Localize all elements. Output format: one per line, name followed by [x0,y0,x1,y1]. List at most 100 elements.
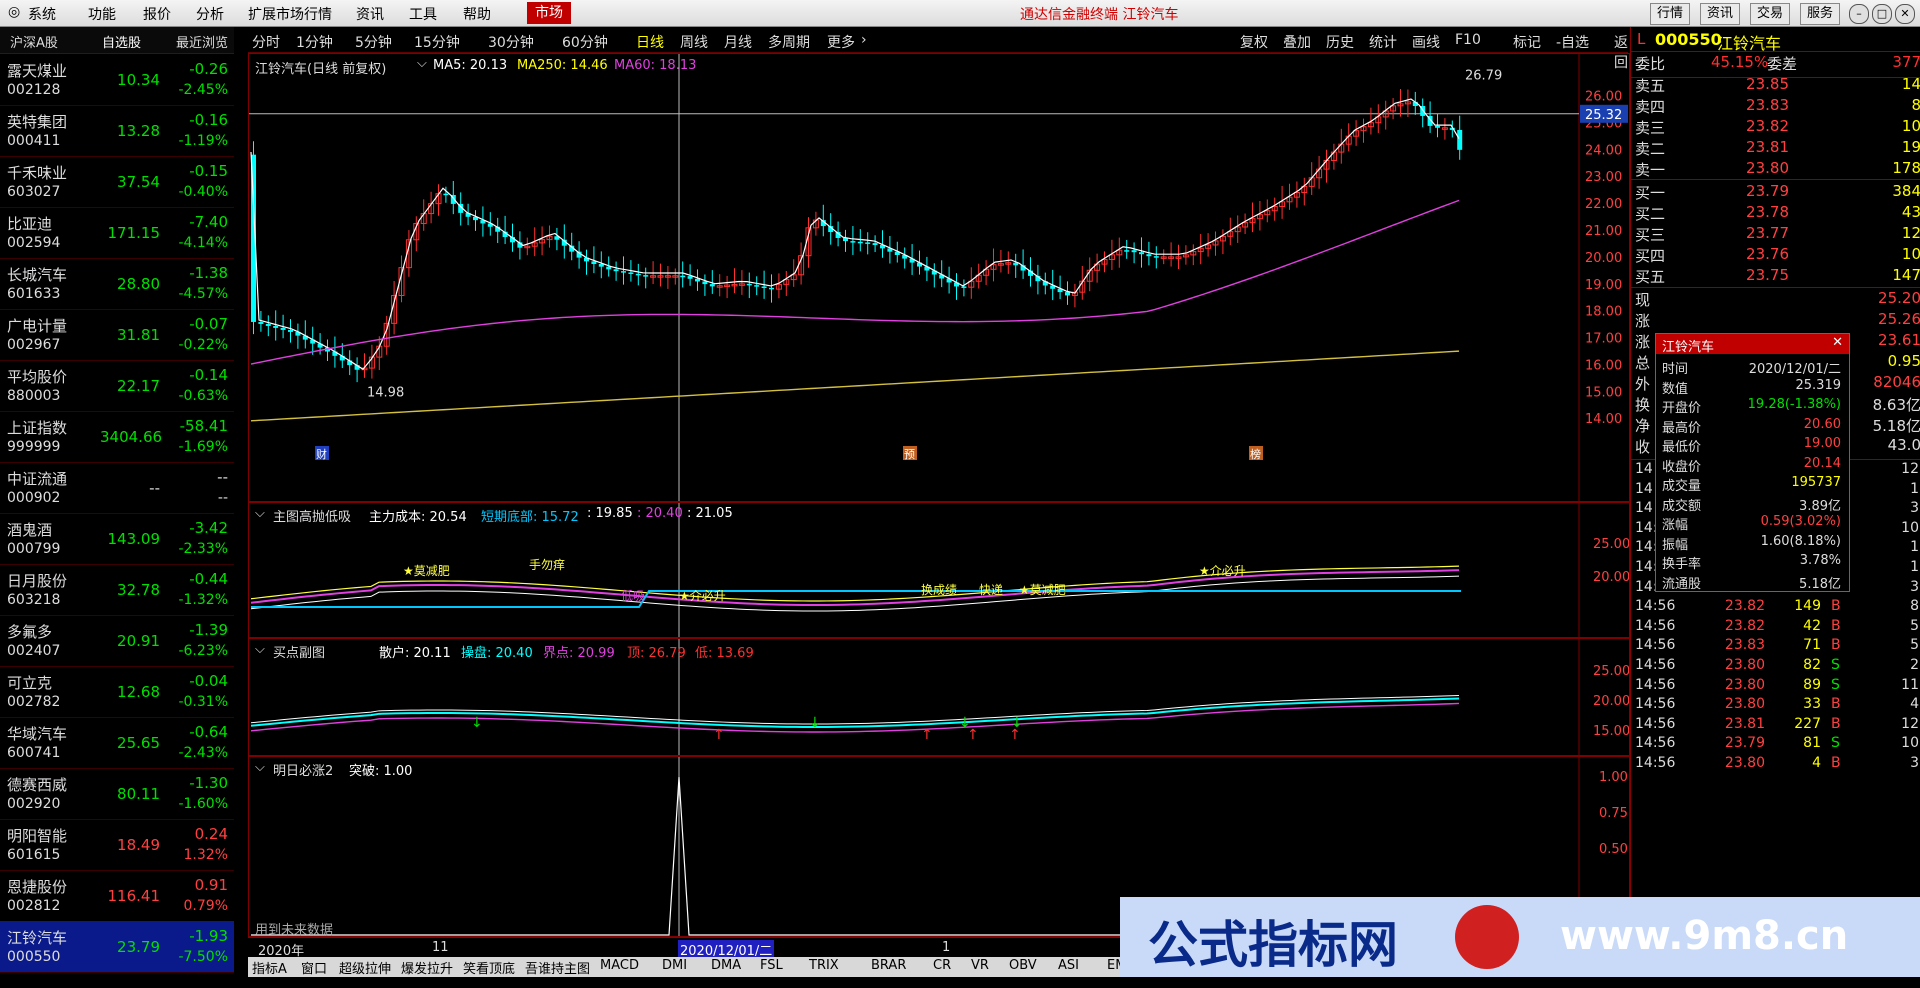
pane3-options-icon[interactable]: ⌵ [255,642,265,657]
indicator-tab[interactable]: 笑看顶底 [463,958,515,977]
candlestick-chart[interactable]: 26.0025.0024.0023.0022.0021.0020.0019.00… [249,54,1629,501]
indicator-tab[interactable]: 爆发拉升 [401,958,453,977]
chart-options-icon[interactable]: ⌵ [417,56,427,71]
indicator-tab[interactable]: BRAR [871,958,906,973]
popup-label: 成交额 [1662,498,1702,514]
indicator-pane-buy-points[interactable]: 25.00 20.00 15.00 ↑ ↑ ↑ ↑ ↓ ↓ ↓ ↓ ⌵ 买点副图 散户: 20.11… [248,638,1630,756]
tick-time: 14:56 [1635,657,1676,673]
pane2-options-icon[interactable]: ⌵ [255,506,265,521]
menu-quote[interactable]: 报价 [143,4,171,24]
indicator-tab[interactable]: TRIX [809,958,839,973]
minimize-icon[interactable]: – [1849,4,1869,24]
tool-6[interactable]: 标记 [1513,32,1541,52]
stock-row[interactable]: 多氟多 002407 20.91 -1.39 -6.23% [0,615,234,667]
tool-3[interactable]: 统计 [1369,32,1397,52]
close-icon[interactable]: ✕ [1895,4,1915,24]
period-2[interactable]: 5分钟 [355,32,392,52]
indicator-tab[interactable]: OBV [1009,958,1037,973]
top-label: 顶: 26.79 [627,646,686,661]
stock-row[interactable]: 千禾味业 603027 37.54 -0.15 -0.40% [0,156,234,208]
main-chart-pane[interactable]: 26.00 25.00 24.00 23.00 22.00 21.00 20.00 19.00… [248,53,1630,502]
stock-price: 31.81 [117,326,160,344]
indicator-tab[interactable]: FSL [760,958,783,973]
indicator-tab[interactable]: 指标A [252,958,287,977]
stock-row[interactable]: 可立克 002782 12.68 -0.04 -0.31% [0,666,234,718]
buy-points-indicator-chart[interactable]: 25.0020.0015.00↑ ↑ ↑ ↑↓ ↓ ↓ ↓ [249,639,1629,755]
tool-7[interactable]: -自选 [1556,32,1589,52]
quote-button[interactable]: 行情 [1650,3,1691,25]
stock-row[interactable]: 中证流通 000902 -- -- -- [0,462,234,514]
period-10[interactable]: 更多 [827,32,855,52]
tool-5[interactable]: F10 [1455,32,1481,48]
stock-row[interactable]: 明阳智能 601615 18.49 0.24 1.32% [0,819,234,871]
event-marker-label: 预 [904,448,915,461]
menu-help[interactable]: 帮助 [463,4,491,24]
stock-row[interactable]: 英特集团 000411 13.28 -0.16 -1.19% [0,105,234,157]
period-3[interactable]: 15分钟 [414,32,460,52]
tab-all-a-shares[interactable]: 沪深A股 [10,32,58,51]
stock-row[interactable]: 日月股份 603218 32.78 -0.44 -1.32% [0,564,234,616]
trade-button[interactable]: 交易 [1750,3,1791,25]
news-button[interactable]: 资讯 [1700,3,1741,25]
period-4[interactable]: 30分钟 [488,32,534,52]
indicator-tab[interactable]: MACD [600,958,639,973]
period-6[interactable]: 日线 [636,32,664,52]
menu-news[interactable]: 资讯 [356,4,384,24]
candle-body [872,243,878,246]
tab-watchlist[interactable]: 自选股 [102,32,141,51]
service-button[interactable]: 服务 [1800,3,1841,25]
stock-row[interactable]: 江铃汽车 000550 23.79 -1.93 -7.50% [0,921,234,973]
more-chevron-icon[interactable]: › [861,32,867,48]
period-8[interactable]: 月线 [724,32,752,52]
period-7[interactable]: 周线 [680,32,708,52]
stock-name: 江铃汽车 [7,929,68,947]
stat-label: 外 [1635,375,1651,393]
tool-4[interactable]: 画线 [1412,32,1440,52]
tool-0[interactable]: 复权 [1240,32,1268,52]
stock-row[interactable]: 酒鬼酒 000799 143.09 -3.42 -2.33% [0,513,234,565]
stock-row[interactable]: 比亚迪 002594 171.15 -7.40 -4.14% [0,207,234,259]
indicator-tab[interactable]: VR [971,958,989,973]
period-1[interactable]: 1分钟 [296,32,333,52]
price-tick-label: 16.00 [1585,358,1622,373]
indicator-tab[interactable]: DMA [711,958,741,973]
tab-recent[interactable]: 最近浏览 [176,32,228,51]
menu-function[interactable]: 功能 [88,4,116,24]
stock-row[interactable]: 德赛西威 002920 80.11 -1.30 -1.60% [0,768,234,820]
indicator-pane-high-low[interactable]: 25.00 20.00 手勿痒 ★莫减肥 低吸 ★介必升 ★介必升 换成绩 快递 ★莫减肥 ⌵ 主… [248,502,1630,638]
stock-row[interactable]: 广电计量 002967 31.81 -0.07 -0.22% [0,309,234,361]
period-9[interactable]: 多周期 [768,32,810,52]
popup-close-icon[interactable]: ✕ [1832,335,1843,350]
pane2-tick-label: 20.00 [1593,570,1629,585]
stock-row[interactable]: 露天煤业 002128 10.34 -0.26 -2.45% [0,54,234,106]
indicator-tab[interactable]: 超级拉伸 [339,958,391,977]
indicator-tab[interactable]: ASI [1058,958,1079,973]
tool-1[interactable]: 叠加 [1283,32,1311,52]
indicator-tab[interactable]: 吾谁持主图 [525,958,590,977]
pane4-options-icon[interactable]: ⌵ [255,760,265,775]
candle-body [1131,250,1137,253]
stock-row[interactable]: 平均股价 880003 22.17 -0.14 -0.63% [0,360,234,412]
data-popup[interactable]: 江铃汽车 ✕ 时间 2020/12/01/二 数值 25.319 开盘价 19.28(-1… [1655,333,1850,592]
stock-row[interactable]: 长城汽车 601633 28.80 -1.38 -4.57% [0,258,234,310]
stock-change: 0.24 [194,825,228,843]
indicator-tab[interactable]: DMI [662,958,687,973]
indicator-tab[interactable]: 窗口 [301,958,327,977]
indicator-tab[interactable]: CR [933,958,951,973]
menu-system[interactable]: 系统 [28,4,56,24]
period-0[interactable]: 分时 [252,32,280,52]
maximize-icon[interactable]: □ [1872,4,1892,24]
stock-row[interactable]: 恩捷股份 002812 116.41 0.91 0.79% [0,870,234,922]
price-tick-label: 26.00 [1585,90,1622,105]
market-button[interactable]: 市场 [527,2,571,24]
stock-row[interactable]: 上证指数 999999 3404.66 -58.41 -1.69% [0,411,234,463]
menu-analysis[interactable]: 分析 [196,4,224,24]
period-5[interactable]: 60分钟 [562,32,608,52]
stock-row[interactable]: 华域汽车 600741 25.65 -0.64 -2.43% [0,717,234,769]
stat-label: 换 [1635,396,1651,414]
stock-price: 12.68 [117,683,160,701]
menu-tools[interactable]: 工具 [409,4,437,24]
menu-extended-market[interactable]: 扩展市场行情 [248,4,332,24]
ma5-label: MA5: 20.13 [433,58,508,73]
tool-2[interactable]: 历史 [1326,32,1354,52]
